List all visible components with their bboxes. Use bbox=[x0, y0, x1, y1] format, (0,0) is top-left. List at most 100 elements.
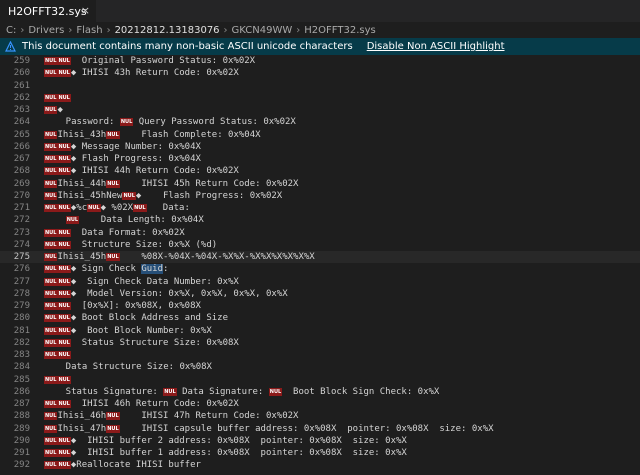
nul-control-char: NUL bbox=[44, 191, 58, 200]
nul-control-char: NUL bbox=[106, 179, 120, 188]
code-line[interactable]: 264 Password: NUL Query Password Status:… bbox=[0, 116, 640, 128]
chevron-right-icon: › bbox=[106, 24, 111, 36]
code-line[interactable]: 268 NUL NUL◆ IHISI 44h Return Code: 0x%02X bbox=[0, 165, 640, 177]
nul-control-char: NUL bbox=[87, 204, 101, 212]
code-line[interactable]: 292 NUL NUL◆Reallocate IHISI buffer bbox=[0, 459, 640, 471]
code-line[interactable]: 290 NUL NUL◆ IHISI buffer 2 address: 0x%08… bbox=[0, 435, 640, 447]
line-number: 282 bbox=[13, 337, 30, 348]
breadcrumb-item-build[interactable]: 20212812.13183076 bbox=[115, 25, 220, 36]
line-number: 271 bbox=[13, 203, 30, 213]
nul-control-char: NUL bbox=[57, 277, 71, 286]
nul-control-char: NUL bbox=[44, 240, 58, 249]
chevron-right-icon: › bbox=[68, 24, 73, 36]
line-number: 263 bbox=[13, 105, 30, 115]
code-line[interactable]: 287 NUL NUL IHISI 46h Return Code: 0x%02X bbox=[0, 398, 640, 410]
breadcrumb: C: › Drivers › Flash › 20212812.13183076… bbox=[0, 22, 640, 38]
selection-highlight: Guid bbox=[141, 264, 164, 275]
tab-h2offt32[interactable]: H2OFFT32.sys × bbox=[0, 0, 96, 22]
nul-control-char: NUL bbox=[57, 93, 71, 102]
breadcrumb-item-drivers[interactable]: Drivers bbox=[28, 25, 64, 36]
code-line[interactable]: 283 NUL NUL bbox=[0, 349, 640, 361]
disable-non-ascii-highlight-link[interactable]: Disable Non ASCII Highlight bbox=[367, 41, 505, 52]
code-line[interactable]: 265 NULIhisi_43hNUL Flash Complete: 0x%04… bbox=[0, 129, 640, 141]
breadcrumb-item-flash[interactable]: Flash bbox=[76, 25, 102, 36]
nul-control-char: NUL bbox=[44, 375, 58, 384]
editor-area[interactable]: 259 NUL NUL Original Password Status: 0x%0… bbox=[0, 55, 640, 475]
nul-control-char: NUL bbox=[57, 461, 71, 470]
code-text: NUL NUL◆ Message Number: 0x%04X bbox=[44, 141, 201, 152]
code-line[interactable]: 285 NUL NUL bbox=[0, 374, 640, 386]
nul-control-char: NUL bbox=[57, 400, 71, 408]
line-number: 280 bbox=[13, 313, 30, 324]
tab-filename: H2OFFT32.sys bbox=[8, 4, 87, 18]
code-text: NUL Data Length: 0x%04X bbox=[65, 215, 204, 226]
nul-control-char: NUL bbox=[44, 436, 58, 445]
code-line[interactable]: 262 NUL NUL bbox=[0, 92, 640, 104]
nul-control-char: NUL bbox=[133, 204, 147, 212]
code-line[interactable]: 291 NUL NUL◆ IHISI buffer 1 address: 0x%08… bbox=[0, 447, 640, 459]
code-line[interactable]: 289 NULIhisi_47hNUL IHISI capsule buffer … bbox=[0, 423, 640, 435]
nul-control-char: NUL bbox=[44, 326, 58, 335]
nul-control-char: NUL bbox=[57, 289, 71, 298]
code-line[interactable]: 284 Data Structure Size: 0x%08X bbox=[0, 361, 640, 373]
breadcrumb-item-version[interactable]: GKCN49WW bbox=[232, 25, 293, 36]
nul-control-char: NUL bbox=[44, 228, 58, 237]
nul-control-char: NUL bbox=[44, 424, 58, 433]
line-number: 279 bbox=[13, 301, 30, 311]
code-line[interactable]: 267 NUL NUL◆ Flash Progress: 0x%04X bbox=[0, 153, 640, 165]
nul-control-char: NUL bbox=[57, 314, 71, 323]
breadcrumb-item-drive[interactable]: C: bbox=[6, 25, 16, 36]
code-line[interactable]: 266 NUL NUL◆ Message Number: 0x%04X bbox=[0, 141, 640, 153]
code-line[interactable]: 282 NUL NUL Status Structure Size: 0x%08X bbox=[0, 337, 640, 349]
close-icon[interactable]: × bbox=[81, 4, 90, 17]
nul-control-char: NUL bbox=[57, 167, 71, 176]
code-line[interactable]: 263 NUL◆ bbox=[0, 104, 640, 116]
line-number: 292 bbox=[13, 460, 30, 471]
line-number: 274 bbox=[13, 239, 30, 250]
code-text: NUL◆ bbox=[44, 105, 63, 115]
code-line[interactable]: 279 NUL NUL [0x%X]: 0x%08X, 0x%08X bbox=[0, 300, 640, 312]
line-number: 269 bbox=[13, 178, 30, 189]
code-line[interactable]: 280 NUL NUL◆ Boot Block Address and Size bbox=[0, 312, 640, 324]
code-line[interactable]: 261 bbox=[0, 80, 640, 92]
nul-control-char: NUL bbox=[57, 228, 71, 237]
code-line[interactable]: 269 NULIhisi_44hNUL IHISI 45h Return Code… bbox=[0, 178, 640, 190]
breadcrumb-item-file[interactable]: H2OFFT32.sys bbox=[304, 25, 375, 36]
line-number: 265 bbox=[13, 129, 30, 140]
code-line[interactable]: 275 NULIhisi_45hNUL %08X-%04X-%04X-%X%X-%… bbox=[0, 251, 640, 264]
line-number: 287 bbox=[13, 399, 30, 409]
nul-control-char: NUL bbox=[44, 412, 58, 421]
code-text: NUL NUL◆ IHISI 44h Return Code: 0x%02X bbox=[44, 166, 239, 177]
line-number: 281 bbox=[13, 325, 30, 336]
code-line[interactable]: 281 NUL NUL◆ Boot Block Number: 0x%X bbox=[0, 325, 640, 337]
code-line[interactable]: 270 NULIhisi_45hNewNUL◆ Flash Progress: 0… bbox=[0, 190, 640, 202]
code-line[interactable]: 272 NUL Data Length: 0x%04X bbox=[0, 214, 640, 226]
line-number: 273 bbox=[13, 227, 30, 238]
code-line[interactable]: 278 NUL NUL◆ Model Version: 0x%X, 0x%X, 0x… bbox=[0, 288, 640, 300]
code-text: NULIhisi_46hNUL IHISI 47h Return Code: 0… bbox=[44, 411, 299, 422]
code-line[interactable]: 271 NUL NUL◆%cNUL◆ %02XNUL Data: bbox=[0, 202, 640, 214]
code-line[interactable]: 273 NUL NUL Data Format: 0x%02X bbox=[0, 227, 640, 239]
nul-control-char: NUL bbox=[106, 253, 120, 261]
code-line[interactable]: 288 NULIhisi_46hNUL IHISI 47h Return Code… bbox=[0, 410, 640, 422]
code-line[interactable]: 274 NUL NUL Structure Size: 0x%X (%d) bbox=[0, 239, 640, 251]
code-line[interactable]: 286 Status Signature: NUL Data Signature… bbox=[0, 386, 640, 398]
code-text: Status Signature: NUL Data Signature: NU… bbox=[44, 386, 440, 397]
code-text: NULIhisi_44hNUL IHISI 45h Return Code: 0… bbox=[44, 178, 299, 189]
line-number: 278 bbox=[13, 288, 30, 299]
code-line[interactable]: 277 NUL NUL◆ Sign Check Data Number: 0x%X bbox=[0, 276, 640, 288]
line-number: 286 bbox=[13, 386, 30, 397]
code-line[interactable]: 276 NUL NUL◆ Sign Check Guid: bbox=[0, 263, 640, 275]
nul-control-char: NUL bbox=[44, 167, 58, 176]
nul-control-char: NUL bbox=[57, 69, 71, 78]
code-line[interactable]: 259 NUL NUL Original Password Status: 0x%0… bbox=[0, 55, 640, 67]
line-number: 261 bbox=[13, 80, 30, 91]
banner-message: This document contains many non-basic AS… bbox=[22, 41, 353, 52]
code-text: NUL NUL◆ IHISI buffer 2 address: 0x%08X p… bbox=[44, 435, 407, 446]
code-text: NUL NUL◆ Boot Block Address and Size bbox=[44, 313, 229, 324]
chevron-right-icon: › bbox=[20, 24, 25, 36]
line-number: 276 bbox=[13, 264, 30, 275]
line-number: 266 bbox=[13, 141, 30, 152]
code-line[interactable]: 260 NUL NUL◆ IHISI 43h Return Code: 0x%02X bbox=[0, 67, 640, 79]
line-number: 285 bbox=[13, 374, 30, 385]
